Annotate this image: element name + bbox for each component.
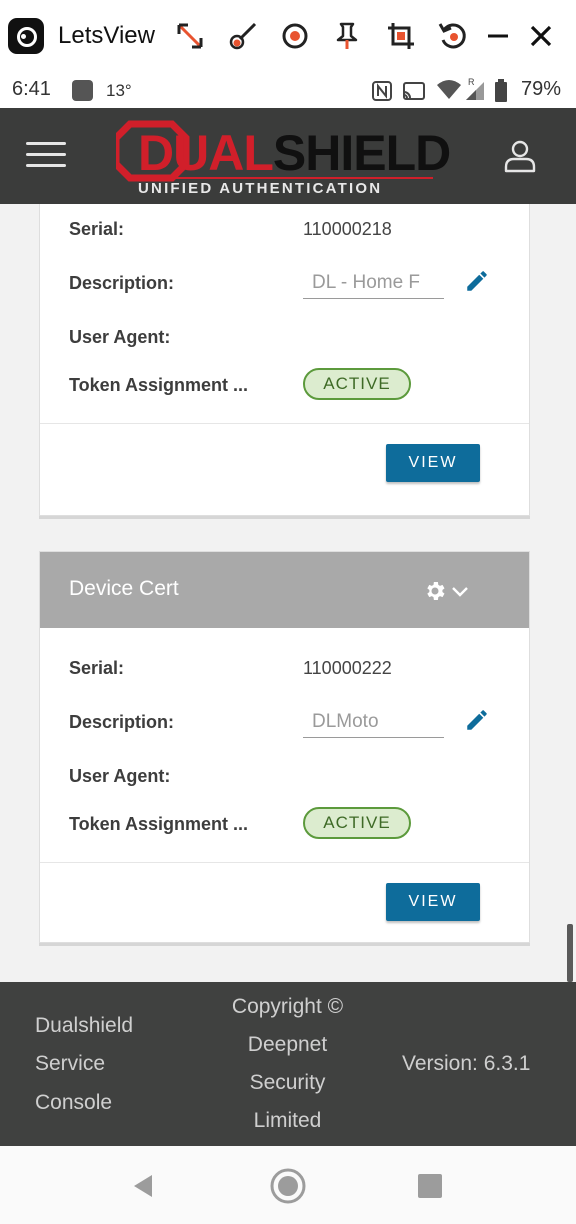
- wifi-icon: [437, 80, 461, 99]
- token-card: Device Cert Serial: 110000222 Descriptio…: [39, 551, 530, 943]
- footer-app-name-line: Service: [35, 1052, 106, 1075]
- footer: Dualshield Service Console Copyright © D…: [0, 982, 576, 1146]
- crop-icon[interactable]: [385, 20, 417, 52]
- status-time: 6:41: [12, 78, 51, 100]
- status-badge: ACTIVE: [303, 807, 411, 839]
- user-agent-label: User Agent:: [69, 766, 171, 786]
- minimize-icon[interactable]: [482, 20, 514, 52]
- description-label: Description:: [69, 712, 175, 732]
- card-divider: [40, 862, 529, 863]
- back-icon[interactable]: [124, 1166, 164, 1206]
- battery-percent: 79%: [521, 78, 562, 100]
- status-bar: 6:41 13° R 79%: [0, 72, 576, 108]
- footer-version: Version: 6.3.1: [402, 1052, 531, 1075]
- serial-value: 110000222: [303, 658, 392, 678]
- token-assignment-label: Token Assignment ...: [69, 814, 249, 834]
- user-agent-label: User Agent:: [69, 327, 171, 347]
- rotate-icon[interactable]: [437, 20, 469, 52]
- token-list[interactable]: Serial: 110000218 Description: User Agen…: [0, 204, 576, 982]
- letsview-logo-icon: [8, 18, 44, 54]
- menu-icon[interactable]: [26, 140, 66, 170]
- scrollbar[interactable]: [567, 924, 573, 982]
- draw-icon[interactable]: [227, 20, 259, 52]
- card-header: Device Cert: [40, 552, 529, 628]
- footer-app-name-line: Console: [35, 1091, 113, 1114]
- logo-dual-text: DUAL: [138, 125, 274, 181]
- card-divider: [40, 423, 529, 424]
- footer-app-name-line: Dualshield: [35, 1014, 134, 1037]
- footer-copyright-line: Limited: [253, 1109, 322, 1132]
- footer-copyright-line: Deepnet: [247, 1033, 328, 1056]
- app-title: LetsView: [58, 22, 155, 49]
- view-button[interactable]: VIEW: [386, 883, 480, 921]
- token-assignment-label: Token Assignment ...: [69, 375, 249, 395]
- pin-icon[interactable]: [331, 20, 363, 52]
- chevron-down-icon: [452, 587, 468, 597]
- logo-shield-text: SHIELD: [272, 125, 451, 181]
- footer-copyright-line: Copyright ©: [231, 995, 344, 1018]
- system-nav-bar: [0, 1146, 576, 1224]
- token-card: Serial: 110000218 Description: User Agen…: [39, 204, 530, 516]
- serial-value: 110000218: [303, 219, 392, 239]
- description-field[interactable]: [303, 706, 444, 738]
- serial-label: Serial:: [69, 219, 125, 239]
- status-badge: ACTIVE: [303, 368, 411, 400]
- serial-label: Serial:: [69, 658, 125, 678]
- footer-copyright-line: Security: [249, 1071, 326, 1094]
- view-button[interactable]: VIEW: [386, 444, 480, 482]
- cast-icon: [403, 82, 425, 100]
- recents-icon[interactable]: [410, 1166, 450, 1206]
- resize-icon[interactable]: [174, 20, 206, 52]
- edit-description-icon[interactable]: [464, 268, 490, 294]
- card-title: Device Cert: [69, 577, 179, 600]
- description-label: Description:: [69, 273, 175, 293]
- letsview-title-bar: LetsView: [0, 0, 576, 72]
- record-icon[interactable]: [279, 20, 311, 52]
- home-icon[interactable]: [268, 1166, 308, 1206]
- notification-icon: [72, 80, 93, 101]
- card-actions-dropdown[interactable]: [423, 578, 473, 604]
- status-temperature: 13°: [106, 81, 132, 100]
- nfc-icon: [372, 81, 392, 101]
- svg-text:R: R: [468, 77, 475, 87]
- close-icon[interactable]: [525, 20, 557, 52]
- signal-icon: R: [466, 77, 484, 100]
- gear-icon: [427, 582, 445, 600]
- logo-tagline: UNIFIED AUTHENTICATION: [138, 180, 383, 197]
- dualshield-logo: DUALSHIELD UNIFIED AUTHENTICATION: [116, 120, 451, 198]
- user-profile-icon[interactable]: [502, 138, 538, 174]
- battery-icon: [495, 79, 507, 102]
- description-field[interactable]: [303, 267, 444, 299]
- edit-description-icon[interactable]: [464, 707, 490, 733]
